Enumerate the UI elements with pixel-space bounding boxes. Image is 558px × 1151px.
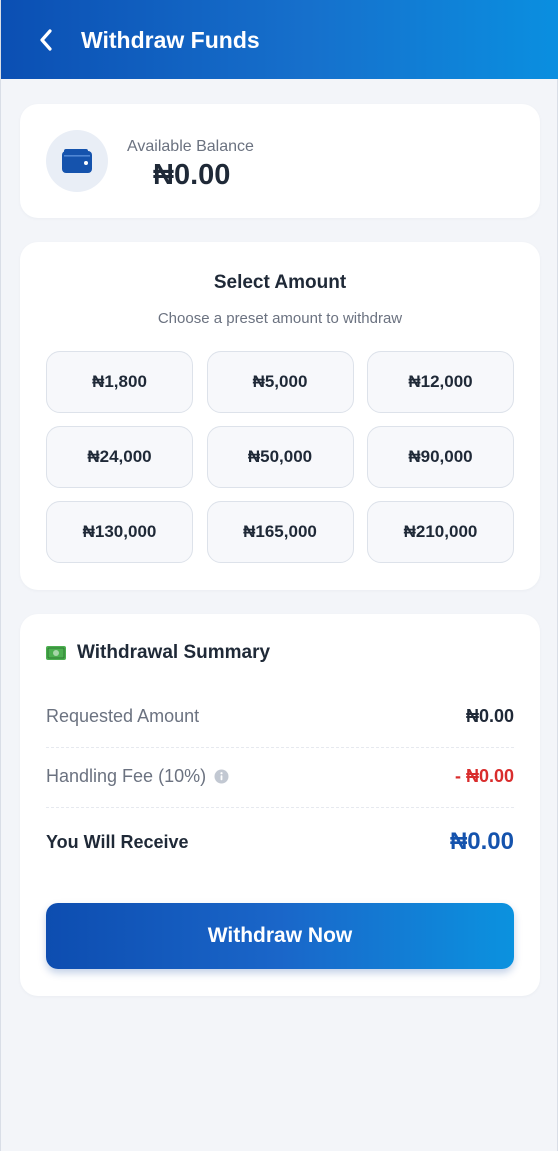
preset-amount-button[interactable]: ₦5,000 — [206, 351, 354, 413]
balance-label: Available Balance — [127, 138, 254, 155]
app-header: Withdraw Funds — [1, 0, 558, 79]
withdrawal-summary-card: Withdrawal Summary Requested Amount ₦0.0… — [20, 614, 540, 996]
money-bill-icon — [46, 646, 66, 660]
divider — [46, 747, 514, 748]
divider — [46, 807, 514, 808]
preset-amount-button[interactable]: ₦12,000 — [367, 351, 514, 413]
handling-fee-label: Handling Fee (10%) — [46, 766, 207, 786]
receive-row: You Will Receive ₦0.00 — [46, 828, 514, 856]
balance-card: Available Balance ₦0.00 — [20, 104, 540, 218]
preset-amount-button[interactable]: ₦50,000 — [206, 426, 354, 488]
preset-amount-button[interactable]: ₦210,000 — [367, 501, 514, 563]
handling-fee-value: - ₦0.00 — [454, 766, 514, 786]
handling-fee-row: Handling Fee (10%) - ₦0.00 — [46, 766, 514, 787]
handling-fee-label-group: Handling Fee (10%) — [46, 766, 229, 787]
requested-amount-row: Requested Amount ₦0.00 — [46, 706, 514, 727]
withdraw-now-button[interactable]: Withdraw Now — [46, 903, 514, 969]
summary-title: Withdrawal Summary — [77, 642, 271, 663]
preset-amount-button[interactable]: ₦1,800 — [46, 351, 193, 413]
receive-value: ₦0.00 — [449, 828, 514, 855]
info-icon[interactable] — [214, 769, 229, 784]
select-amount-card: Select Amount Choose a preset amount to … — [20, 242, 540, 590]
preset-amount-grid: ₦1,800 ₦5,000 ₦12,000 ₦24,000 ₦50,000 ₦9… — [46, 351, 514, 563]
preset-amount-button[interactable]: ₦130,000 — [46, 501, 193, 563]
receive-label: You Will Receive — [46, 831, 189, 852]
select-amount-title: Select Amount — [213, 272, 347, 293]
preset-amount-button[interactable]: ₦90,000 — [367, 426, 514, 488]
requested-amount-value: ₦0.00 — [465, 706, 514, 726]
requested-amount-label: Requested Amount — [46, 706, 200, 726]
preset-amount-button[interactable]: ₦24,000 — [46, 426, 193, 488]
chevron-left-icon — [40, 29, 52, 51]
back-button[interactable] — [31, 25, 61, 55]
wallet-icon — [62, 149, 92, 173]
preset-amount-button[interactable]: ₦165,000 — [206, 501, 354, 563]
page-title: Withdraw Funds — [81, 27, 260, 53]
wallet-icon-container — [46, 130, 108, 192]
balance-value: ₦0.00 — [153, 159, 231, 191]
select-amount-subtitle: Choose a preset amount to withdraw — [157, 310, 403, 327]
summary-header: Withdrawal Summary — [46, 642, 270, 664]
